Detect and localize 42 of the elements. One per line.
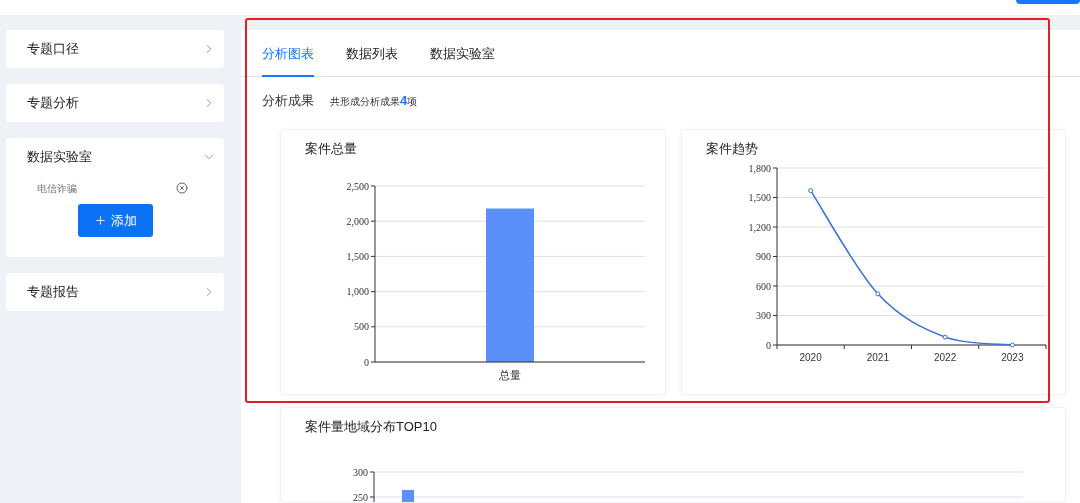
add-button[interactable]: 添加 [77, 204, 153, 237]
axis-label: 250 [353, 491, 368, 502]
axis-label: 300 [353, 466, 368, 477]
axis-label: 总量 [499, 368, 521, 381]
axis-label: 0 [766, 339, 771, 350]
remove-icon[interactable] [176, 182, 188, 194]
sidebar-item[interactable]: 专题报告 [6, 273, 224, 311]
axis-label: 2,000 [346, 215, 369, 227]
data-point [808, 187, 814, 193]
axis-label: 1,500 [346, 250, 369, 262]
axis-label: 1,800 [748, 162, 771, 173]
section-title: 分析成果 [262, 92, 314, 110]
axis-label: 900 [756, 250, 771, 262]
chart-title: 案件趋势 [705, 139, 759, 158]
chart-title: 案件量地域分布TOP10 [304, 417, 438, 436]
tab[interactable]: 分析图表 [262, 30, 314, 77]
sidebar-item[interactable]: 数据实验室 [6, 138, 224, 176]
lab-entry[interactable]: 电信诈骗 [37, 180, 77, 196]
sidebar-item[interactable]: 专题口径 [6, 30, 224, 68]
axis-label: 2,500 [346, 180, 369, 191]
axis-label: 1,000 [346, 285, 369, 297]
result-count: 共形成分析成果4项 [330, 92, 418, 110]
bar [402, 489, 414, 502]
axis-label: 2021 [866, 351, 889, 363]
header-button[interactable] [1016, 0, 1080, 4]
axis-label: 300 [756, 309, 771, 321]
axis-label: 1,500 [748, 191, 771, 203]
tab[interactable]: 数据实验室 [430, 30, 495, 77]
axis-label: 2023 [1001, 351, 1024, 363]
tab[interactable]: 数据列表 [346, 30, 398, 77]
axis-label: 500 [354, 320, 369, 332]
axis-label: 2022 [934, 351, 957, 363]
data-point [942, 334, 948, 340]
data-point [1009, 342, 1015, 347]
axis-label: 2020 [799, 351, 822, 363]
plus-icon [93, 214, 107, 227]
chart-title: 案件总量 [304, 139, 358, 158]
axis-label: 600 [756, 280, 771, 291]
data-point [875, 290, 881, 296]
axis-label: 0 [364, 356, 369, 367]
axis-label: 1,200 [748, 221, 771, 232]
sidebar-item[interactable]: 专题分析 [6, 84, 224, 122]
